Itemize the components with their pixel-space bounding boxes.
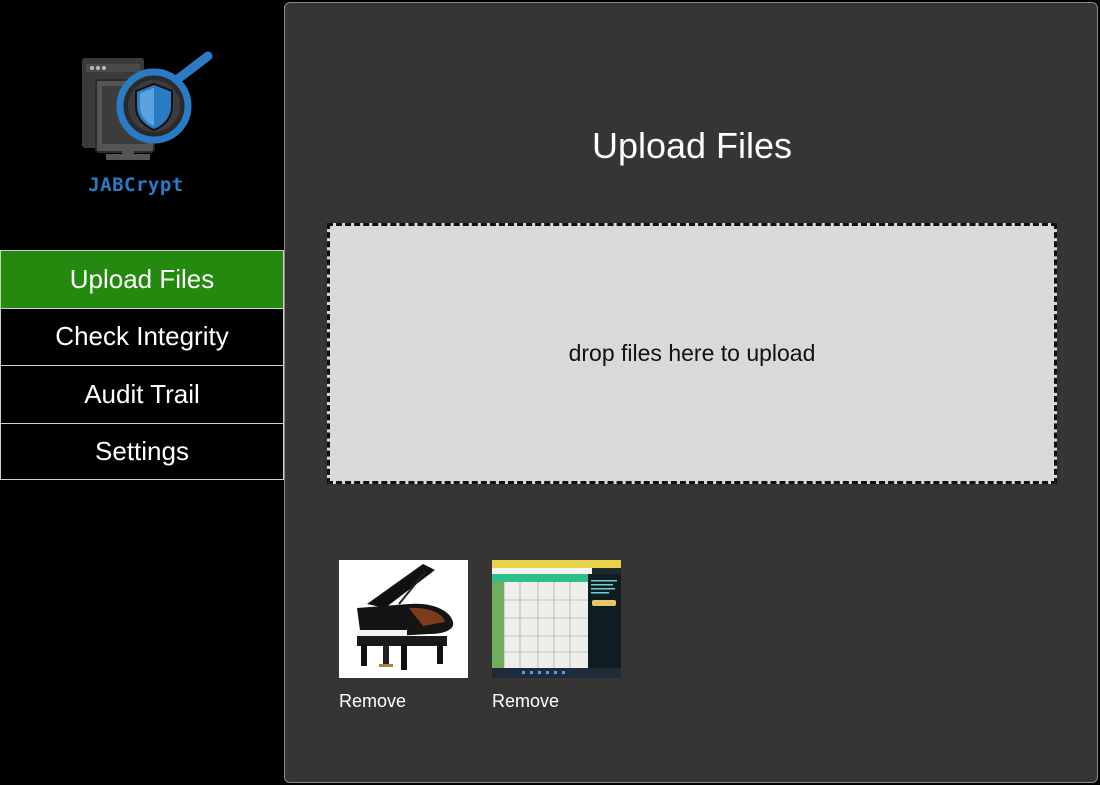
sidebar-item-settings[interactable]: Settings <box>0 422 284 480</box>
file-dropzone[interactable]: drop files here to upload <box>327 223 1057 484</box>
app-name: JABCrypt <box>88 174 184 196</box>
sidebar-item-check-integrity[interactable]: Check Integrity <box>0 307 284 365</box>
file-thumbnail-item: Remove <box>339 560 468 712</box>
remove-file-button[interactable]: Remove <box>492 691 559 712</box>
sidebar-item-audit-trail[interactable]: Audit Trail <box>0 365 284 423</box>
file-thumbnail-item: Remove <box>492 560 621 712</box>
logo-icon <box>82 51 213 160</box>
grand-piano-image <box>339 560 468 678</box>
app-window: JABCrypt Upload Files Check Integrity Au… <box>0 0 1100 785</box>
main-panel: Upload Files drop files here to upload R… <box>284 2 1098 783</box>
sidebar-item-upload-files[interactable]: Upload Files <box>0 250 284 308</box>
spreadsheet-screenshot-image <box>492 560 621 678</box>
app-logo: JABCrypt <box>72 50 218 200</box>
sidebar: JABCrypt Upload Files Check Integrity Au… <box>0 0 284 785</box>
sidebar-nav: Upload Files Check Integrity Audit Trail… <box>0 250 284 480</box>
uploaded-files: Remove Remove <box>339 560 621 712</box>
remove-file-button[interactable]: Remove <box>339 691 406 712</box>
dropzone-text: drop files here to upload <box>568 340 816 366</box>
page-title: Upload Files <box>591 125 793 166</box>
